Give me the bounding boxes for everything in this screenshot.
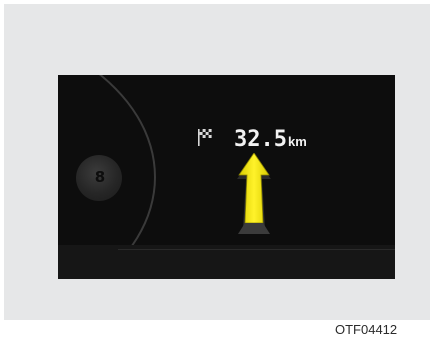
distance-value: 32.5 xyxy=(234,127,287,152)
illustration-frame: 8 32.5km xyxy=(4,4,430,320)
gauge-knob: 8 xyxy=(76,155,122,201)
straight-ahead-arrow-icon xyxy=(237,153,271,234)
gauge-knob-label: 8 xyxy=(94,168,106,186)
distance-readout: 32.5km xyxy=(234,127,307,152)
checkered-flag-icon xyxy=(198,129,212,146)
display-divider xyxy=(118,249,395,250)
distance-unit: km xyxy=(287,134,307,149)
figure-code: OTF04412 xyxy=(335,322,398,337)
display-bottom-band xyxy=(58,245,395,279)
cluster-display: 8 32.5km xyxy=(58,75,395,279)
